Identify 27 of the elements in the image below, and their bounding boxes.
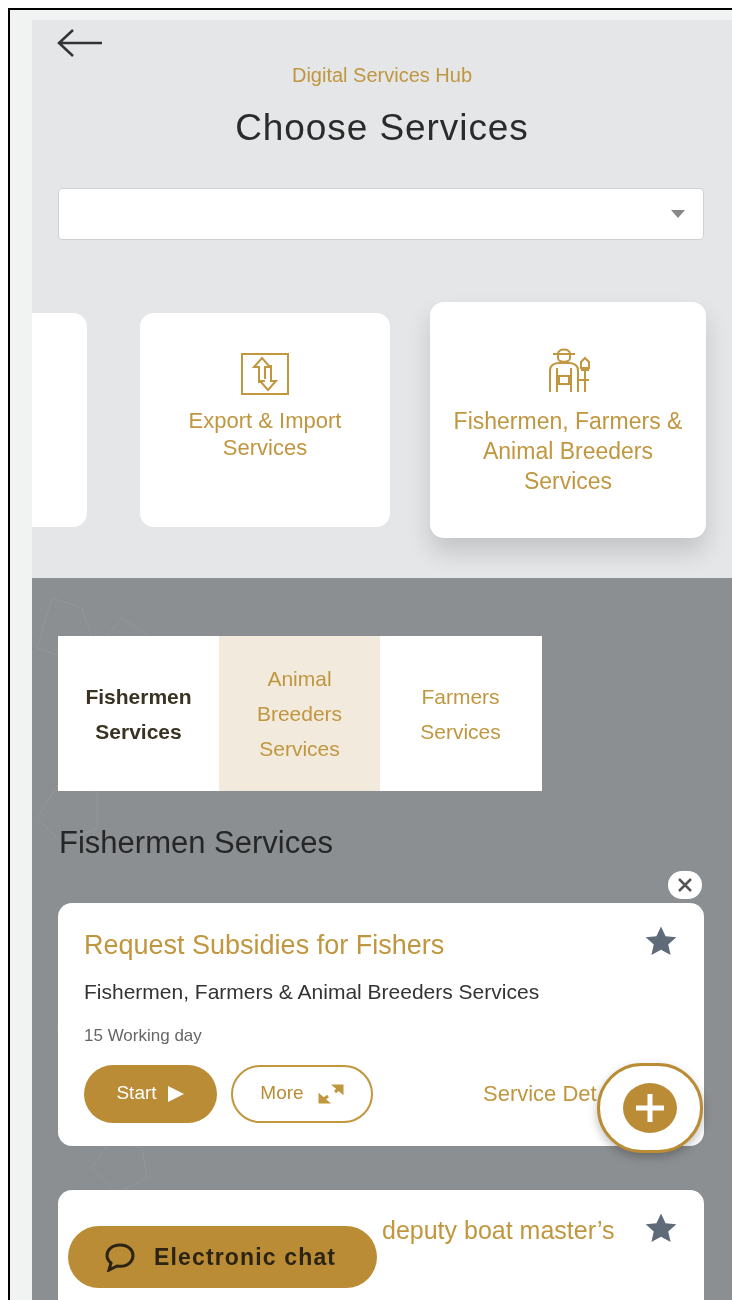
play-icon — [166, 1084, 185, 1103]
start-button[interactable]: Start — [84, 1064, 217, 1123]
service-duration: 15 Working day — [84, 1025, 203, 1047]
service-title[interactable]: Request Subsidies for Fishers — [84, 925, 445, 966]
star-icon[interactable] — [644, 925, 678, 957]
dropdown-caret-icon — [671, 210, 685, 218]
category-card[interactable]: Fishermen, Farmers & Animal Breeders Services — [430, 302, 706, 538]
service-category: Fishermen, Farmers & Animal Breeders Services — [84, 978, 541, 1005]
close-icon — [678, 878, 692, 892]
page-title: Choose Services — [235, 106, 529, 150]
service-title[interactable]: deputy boat master’s — [382, 1212, 615, 1250]
back-arrow-icon[interactable] — [56, 28, 104, 58]
category-label: Export & Import Services — [187, 407, 343, 461]
plus-icon — [622, 1082, 678, 1134]
category-label: Fishermen, Farmers & Animal Breeders Services — [452, 407, 684, 496]
category-card[interactable]: Export & Import Services — [140, 313, 390, 527]
category-tab[interactable]: Animal Breeders Services — [219, 636, 380, 791]
more-button[interactable]: More — [231, 1064, 373, 1123]
chat-bubble-icon — [104, 1242, 136, 1272]
electronic-chat-button[interactable]: Electronic chat — [68, 1226, 377, 1288]
star-icon[interactable] — [644, 1212, 678, 1244]
transfer-arrows-icon — [241, 353, 289, 395]
service-details-link[interactable]: Service Det — [483, 1077, 597, 1110]
close-button[interactable] — [668, 871, 702, 899]
expand-icon — [317, 1083, 344, 1104]
page-subtitle: Digital Services Hub — [291, 63, 473, 88]
section-heading: Fishermen Services — [59, 824, 333, 862]
